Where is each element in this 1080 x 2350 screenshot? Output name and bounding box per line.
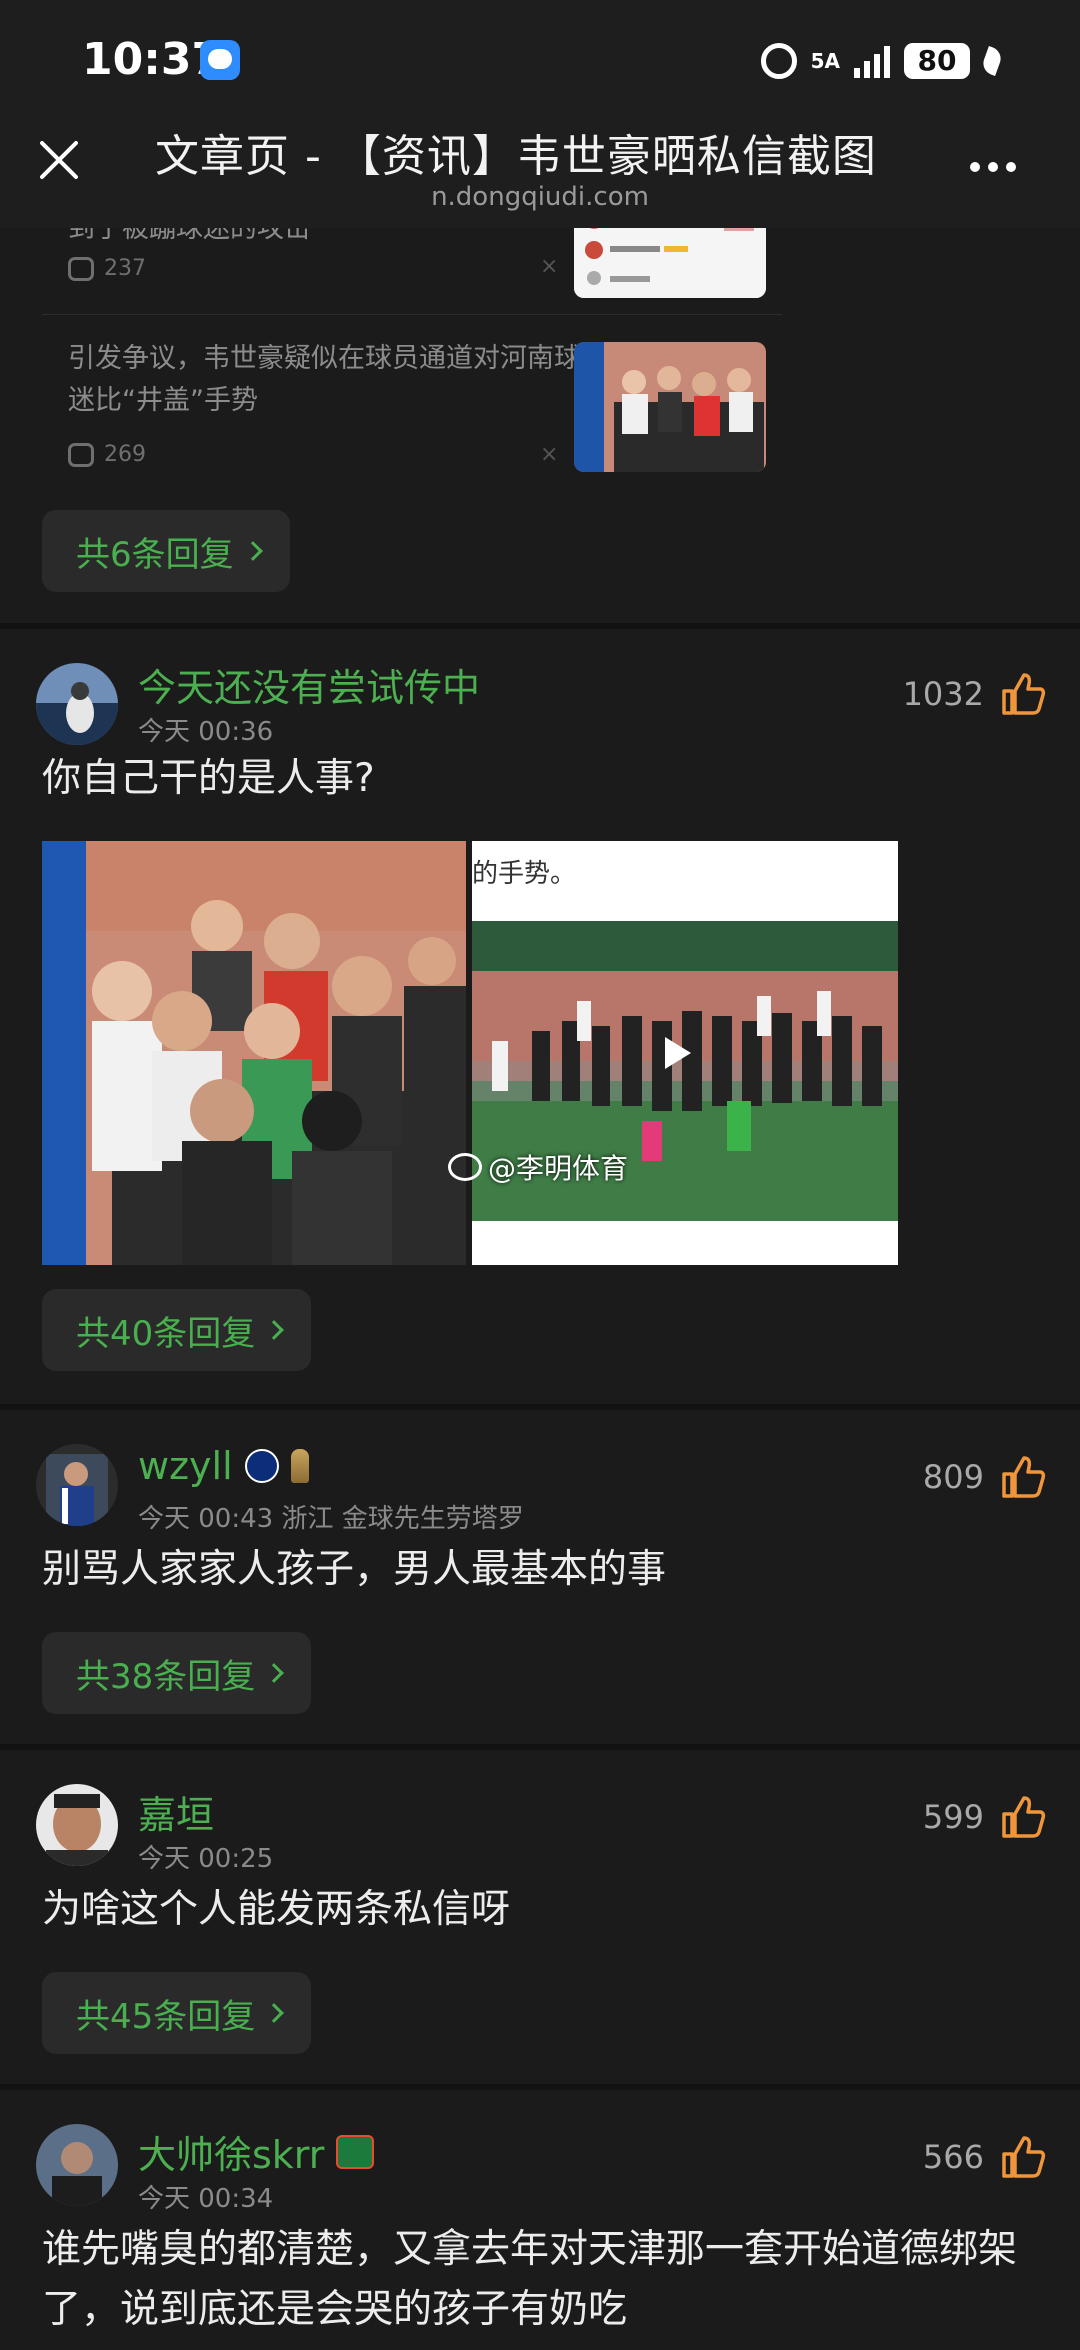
signal-icon	[854, 44, 890, 78]
thumbs-up-icon	[1002, 1796, 1046, 1838]
view-replies-button[interactable]: 共38条回复	[42, 1632, 312, 1714]
close-icon[interactable]	[30, 130, 90, 190]
view-replies-label: 共38条回复	[76, 1656, 256, 1697]
status-bar: 10:37 5A 80	[0, 30, 1080, 100]
view-replies-label: 共6条回复	[76, 534, 234, 575]
comment-item: 今天还没有尝试传中 今天 00:36 1032 你自己干的是人事? 的手势。 @…	[0, 629, 1080, 1404]
like-count: 566	[922, 2138, 984, 2176]
chevron-right-icon	[242, 541, 263, 561]
avatar[interactable]	[36, 1784, 118, 1866]
comment-count: 269	[68, 442, 146, 467]
page-title: 文章页 - 【资讯】韦世豪晒私信截图	[155, 131, 877, 176]
username[interactable]: 嘉垣	[138, 1784, 214, 1839]
username[interactable]: wzyll	[138, 1444, 309, 1488]
like-button[interactable]: 809	[923, 1454, 1046, 1500]
comment-meta: 今天 00:25	[138, 1844, 274, 1874]
nav-bar: 文章页 - 【资讯】韦世豪晒私信截图 n.dongqiudi.com	[0, 110, 1080, 220]
chevron-right-icon	[264, 1663, 285, 1683]
like-count: 809	[922, 1458, 984, 1496]
comment-count-value: 237	[104, 256, 146, 281]
avatar[interactable]	[36, 2124, 118, 2206]
image-watermark: @李明体育	[448, 1147, 628, 1187]
username-text: 大帅徐skrr	[138, 2133, 325, 2177]
related-articles: 到了被蹦球迷的攻击 237 × 引发争议，韦世豪疑似在球员通道对河南球迷比“井盖…	[0, 208, 1080, 623]
comment-body: 为啥这个人能发两条私信呀	[42, 1887, 511, 1932]
dismiss-icon[interactable]: ×	[540, 442, 558, 467]
related-article-thumbnail	[574, 342, 766, 472]
play-icon[interactable]	[665, 1037, 691, 1069]
view-replies-button[interactable]: 共6条回复	[42, 510, 290, 592]
comment-item: wzyll 今天 00:43 浙江 金球先生劳塔罗 809 别骂人家家人孩子，男…	[0, 1410, 1080, 1744]
like-count: 1032	[902, 675, 984, 713]
comment-item: 大帅徐skrr 今天 00:34 566 谁先嘴臭的都清楚，又拿去年对天津那一套…	[0, 2090, 1080, 2350]
like-button[interactable]: 566	[923, 2134, 1046, 2180]
avatar[interactable]	[36, 663, 118, 745]
power-saving-icon	[980, 46, 1004, 76]
battery-indicator: 80	[904, 43, 970, 79]
alarm-icon	[760, 43, 797, 79]
comment-feed: 到了被蹦球迷的攻击 237 × 引发争议，韦世豪疑似在球员通道对河南球迷比“井盖…	[0, 208, 1080, 2350]
like-button[interactable]: 599	[923, 1794, 1046, 1840]
henan-club-badge-icon	[336, 2134, 375, 2169]
view-replies-label: 共40条回复	[76, 1313, 256, 1354]
comment-meta: 今天 00:34	[138, 2184, 274, 2214]
username-text: 嘉垣	[138, 1793, 215, 1837]
view-replies-button[interactable]: 共40条回复	[42, 1289, 312, 1371]
comment-item: 嘉垣 今天 00:25 599 为啥这个人能发两条私信呀 共45条回复	[0, 1750, 1080, 2084]
username[interactable]: 大帅徐skrr	[138, 2124, 375, 2179]
chevron-right-icon	[264, 1320, 285, 1340]
related-article[interactable]: 引发争议，韦世豪疑似在球员通道对河南球迷比“井盖”手势 269 ×	[42, 338, 782, 472]
top-bar: 10:37 5A 80 文章页 - 【资讯】韦世豪晒私信截图 n.dongqiu…	[0, 0, 1080, 228]
like-button[interactable]: 1032	[903, 671, 1046, 717]
username[interactable]: 今天还没有尝试传中	[138, 657, 480, 712]
comment-count: 237	[68, 256, 146, 281]
inter-club-badge-icon	[244, 1449, 279, 1483]
comment-body: 谁先嘴臭的都清楚，又拿去年对天津那一套开始道德绑架了，说到底还是会哭的孩子有奶吃	[42, 2227, 1018, 2332]
username-text: wzyll	[138, 1444, 233, 1488]
comment-image[interactable]	[42, 841, 466, 1265]
more-icon[interactable]	[970, 162, 1016, 172]
dismiss-icon[interactable]: ×	[540, 254, 558, 279]
comment-body: 别骂人家家人孩子，男人最基本的事	[42, 1547, 667, 1592]
thumbs-up-icon	[1002, 1456, 1046, 1498]
page-url: n.dongqiudi.com	[431, 182, 649, 212]
message-app-icon	[200, 40, 240, 80]
watermark-text: @李明体育	[488, 1152, 629, 1185]
network-label: 5A	[810, 49, 840, 73]
video-caption: 的手势。	[472, 859, 577, 889]
view-replies-label: 共45条回复	[76, 1996, 256, 2037]
comment-body: 你自己干的是人事?	[42, 756, 375, 801]
view-replies-button[interactable]: 共45条回复	[42, 1972, 312, 2054]
status-right: 5A 80	[760, 36, 1004, 86]
comment-bubble-icon	[68, 442, 94, 467]
divider	[42, 314, 782, 315]
related-article-title: 引发争议，韦世豪疑似在球员通道对河南球迷比“井盖”手势	[68, 343, 581, 416]
comment-meta: 今天 00:36	[138, 717, 274, 747]
like-count: 599	[922, 1798, 984, 1836]
comment-meta: 今天 00:43 浙江 金球先生劳塔罗	[138, 1504, 524, 1534]
username-text: 今天还没有尝试传中	[138, 666, 481, 710]
comment-count-value: 269	[104, 442, 146, 467]
comment-bubble-icon	[68, 256, 94, 281]
avatar[interactable]	[36, 1444, 118, 1526]
trophy-icon	[290, 1449, 309, 1483]
weibo-logo-icon	[448, 1153, 482, 1181]
thumbs-up-icon	[1002, 2136, 1046, 2178]
thumbs-up-icon	[1002, 673, 1046, 715]
chevron-right-icon	[264, 2003, 285, 2023]
